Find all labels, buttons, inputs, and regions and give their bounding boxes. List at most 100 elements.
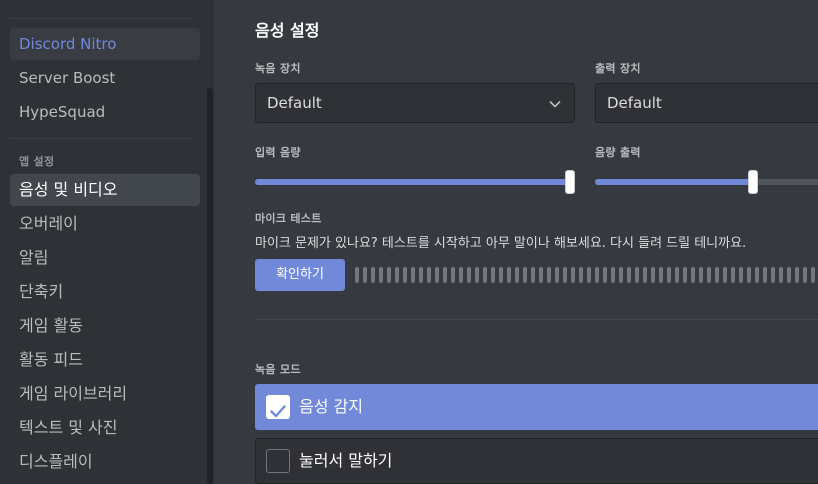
mic-test-button[interactable]: 확인하기 [255, 259, 345, 291]
meter-bar [475, 267, 479, 283]
meter-bar [467, 267, 471, 283]
input-device-value: Default [267, 94, 322, 112]
meter-bar [635, 267, 639, 283]
slider-fill [255, 179, 570, 185]
slider-handle[interactable] [565, 170, 575, 194]
section-divider [255, 319, 818, 320]
meter-bar [731, 267, 735, 283]
input-device-label: 녹음 장치 [255, 62, 301, 75]
meter-bar [659, 267, 663, 283]
settings-content: 음성 설정 녹음 장치 출력 장치 Default Default 입력 음량 … [214, 0, 818, 484]
sidebar-item-text-images[interactable]: 텍스트 및 사진 [10, 412, 200, 444]
meter-bar [619, 267, 623, 283]
meter-bar [515, 267, 519, 283]
output-device-value: Default [607, 94, 662, 112]
sidebar-item-game-activity[interactable]: 게임 활동 [10, 310, 200, 342]
meter-bar [579, 267, 583, 283]
meter-bar [507, 267, 511, 283]
sidebar-item-game-library[interactable]: 게임 라이브러리 [10, 378, 200, 410]
meter-bar [699, 267, 703, 283]
input-volume-slider[interactable] [255, 170, 575, 194]
meter-bar [811, 267, 815, 283]
meter-bar [547, 267, 551, 283]
mic-test-label: 마이크 테스트 [255, 212, 322, 225]
input-device-select[interactable]: Default [255, 83, 575, 123]
meter-bar [675, 267, 679, 283]
meter-bar [435, 267, 439, 283]
meter-bar [691, 267, 695, 283]
meter-bar [611, 267, 615, 283]
meter-bar [715, 267, 719, 283]
meter-bar [355, 267, 359, 283]
sidebar-item-hypesquad[interactable]: HypeSquad [10, 96, 200, 128]
meter-bar [803, 267, 807, 283]
settings-sidebar: Discord Nitro Server Boost HypeSquad 앱 설… [0, 0, 214, 484]
page-title: 음성 설정 [255, 21, 320, 40]
meter-bar [643, 267, 647, 283]
meter-bar [459, 267, 463, 283]
checkmark-icon [270, 405, 286, 418]
sidebar-item-server-boost[interactable]: Server Boost [10, 62, 200, 94]
checkbox-unchecked[interactable] [266, 449, 290, 473]
meter-bar [563, 267, 567, 283]
meter-bar [531, 267, 535, 283]
meter-bar [555, 267, 559, 283]
meter-bar [403, 267, 407, 283]
meter-bar [795, 267, 799, 283]
input-mode-option-label: 눌러서 말하기 [299, 451, 393, 470]
slider-fill [595, 179, 753, 185]
sidebar-item-keybinds[interactable]: 단축키 [10, 276, 200, 308]
meter-bar [523, 267, 527, 283]
meter-bar [771, 267, 775, 283]
meter-bar [627, 267, 631, 283]
meter-bar [747, 267, 751, 283]
sidebar-item-voice-video[interactable]: 음성 및 비디오 [10, 174, 200, 206]
meter-bar [603, 267, 607, 283]
meter-bar [363, 267, 367, 283]
input-volume-label: 입력 음량 [255, 146, 301, 159]
meter-bar [419, 267, 423, 283]
slider-handle[interactable] [748, 170, 758, 194]
meter-bar [427, 267, 431, 283]
input-mode-push-to-talk[interactable]: 눌러서 말하기 [255, 438, 818, 484]
output-device-label: 출력 장치 [595, 62, 641, 75]
output-volume-label: 음량 출력 [595, 146, 641, 159]
meter-bar [763, 267, 767, 283]
output-device-select[interactable]: Default [595, 83, 818, 123]
meter-bar [443, 267, 447, 283]
chevron-down-icon [549, 100, 561, 108]
meter-bar [723, 267, 727, 283]
meter-bar [499, 267, 503, 283]
sidebar-item-notifications[interactable]: 알림 [10, 242, 200, 274]
meter-bar [651, 267, 655, 283]
sidebar-section-header: 앱 설정 [19, 155, 55, 168]
meter-bar [539, 267, 543, 283]
sidebar-scrollbar[interactable] [207, 88, 213, 484]
meter-bar [379, 267, 383, 283]
meter-bar [371, 267, 375, 283]
sidebar-divider [10, 138, 192, 139]
meter-bar [755, 267, 759, 283]
mic-level-meter [355, 267, 818, 283]
meter-bar [571, 267, 575, 283]
meter-bar [779, 267, 783, 283]
output-volume-slider[interactable] [595, 170, 818, 194]
meter-bar [395, 267, 399, 283]
meter-bar [451, 267, 455, 283]
mic-test-description: 마이크 문제가 있나요? 테스트를 시작하고 아무 말이나 해보세요. 다시 들… [255, 236, 747, 251]
meter-bar [683, 267, 687, 283]
checkbox-checked[interactable] [266, 395, 290, 419]
sidebar-item-appearance[interactable]: 디스플레이 [10, 446, 200, 478]
sidebar-item-overlay[interactable]: 오버레이 [10, 208, 200, 240]
meter-bar [739, 267, 743, 283]
meter-bar [483, 267, 487, 283]
sidebar-item-activity-feed[interactable]: 활동 피드 [10, 344, 200, 376]
sidebar-item-discord-nitro[interactable]: Discord Nitro [10, 28, 200, 60]
meter-bar [491, 267, 495, 283]
meter-bar [707, 267, 711, 283]
meter-bar [595, 267, 599, 283]
input-mode-label: 녹음 모드 [255, 363, 301, 376]
input-mode-voice-activity[interactable]: 음성 감지 [255, 384, 818, 430]
meter-bar [411, 267, 415, 283]
meter-bar [387, 267, 391, 283]
